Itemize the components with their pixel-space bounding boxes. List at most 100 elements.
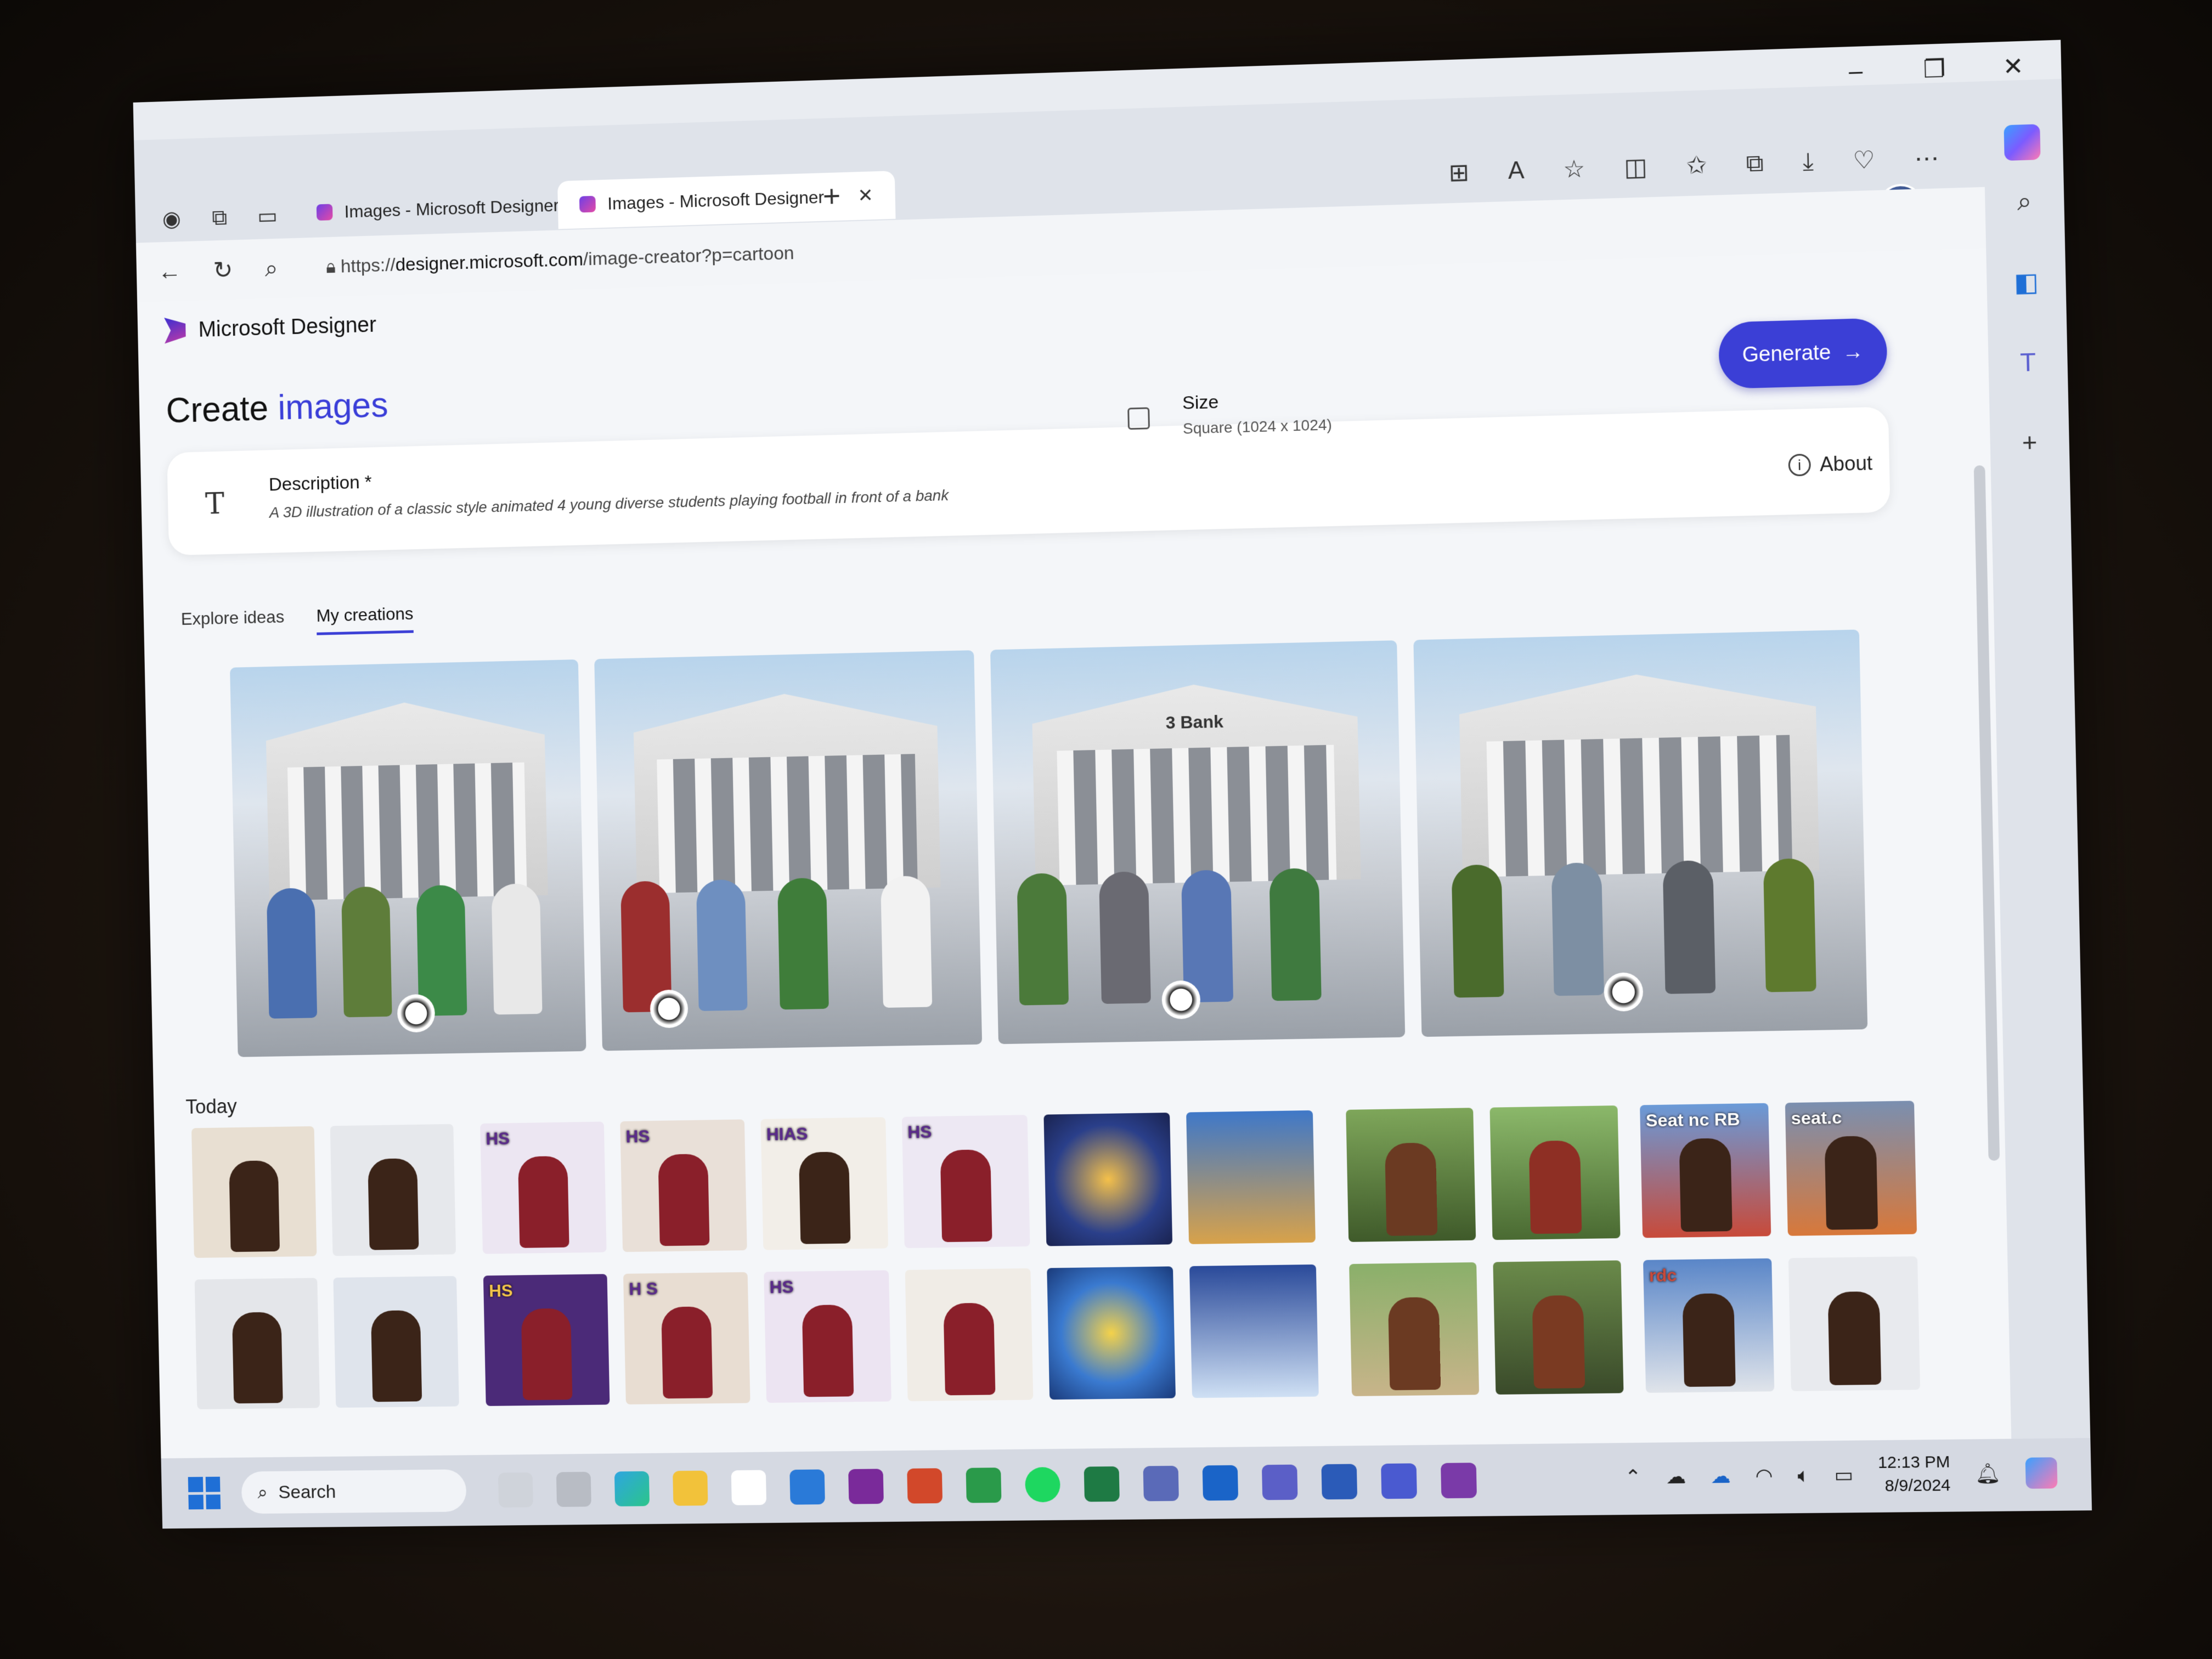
thumbnail[interactable] (1047, 1266, 1176, 1400)
sheets-icon[interactable] (966, 1468, 1002, 1503)
size-label: Size (1182, 391, 1219, 414)
snipping-icon[interactable] (1143, 1465, 1179, 1502)
generated-image-1[interactable] (230, 659, 586, 1057)
thumbnail[interactable]: HS (483, 1274, 610, 1406)
file-explorer-icon[interactable] (673, 1470, 708, 1506)
widgets-icon[interactable] (556, 1471, 591, 1507)
thumbnail[interactable]: seat.c (1785, 1101, 1917, 1236)
thumbnail[interactable]: HS (480, 1121, 607, 1254)
thumbnail[interactable] (1349, 1262, 1480, 1396)
collections-icon[interactable]: ⧉ (1746, 149, 1764, 178)
copilot-taskbar-icon[interactable] (2025, 1457, 2058, 1489)
generated-image-4[interactable] (1413, 629, 1868, 1037)
thumbnail[interactable] (1043, 1113, 1173, 1246)
soccer-ball (650, 989, 689, 1029)
size-checkbox[interactable] (1127, 407, 1150, 430)
character-figure (368, 1158, 419, 1250)
profile-icon[interactable]: ◉ (156, 204, 187, 235)
thumbnail[interactable]: HIAS (760, 1117, 889, 1250)
chevron-up-icon[interactable]: ⌃ (1624, 1465, 1642, 1489)
thumbnail[interactable] (333, 1276, 459, 1408)
thumbnail[interactable]: HS (901, 1115, 1030, 1249)
workspaces-icon[interactable]: ⧉ (204, 202, 234, 233)
refresh-icon[interactable]: ↻ (213, 256, 233, 284)
favorites-icon[interactable]: ✩ (1686, 151, 1707, 180)
edge-icon[interactable] (614, 1471, 650, 1506)
mail-icon[interactable] (789, 1469, 825, 1505)
apps-icon[interactable]: ⊞ (1448, 159, 1469, 187)
size-value[interactable]: Square (1024 x 1024) (1183, 416, 1332, 437)
character-figure (940, 1149, 992, 1243)
excel-icon[interactable] (1084, 1466, 1120, 1502)
generated-image-2[interactable] (594, 650, 983, 1051)
soccer-ball (1161, 980, 1201, 1020)
teams-icon[interactable] (1261, 1464, 1298, 1500)
thumbnail[interactable] (194, 1278, 320, 1409)
thumbnail[interactable]: rdc (1643, 1258, 1775, 1393)
thumbnail[interactable]: Seat nc RB (1640, 1103, 1771, 1238)
split-screen-icon[interactable]: ◫ (1624, 153, 1647, 182)
creation-tabs: Explore ideas My creations (180, 603, 414, 638)
taskbar-search[interactable]: ⌕ Search (241, 1469, 467, 1514)
copilot-icon[interactable] (2004, 124, 2041, 161)
volume-icon[interactable]: 🔈︎ (1797, 1463, 1810, 1487)
add-sidebar-app-icon[interactable]: + (2022, 427, 2038, 458)
thumbnail[interactable]: H S (623, 1272, 751, 1405)
today-section-label: Today (185, 1094, 238, 1118)
spotify-icon[interactable] (1024, 1466, 1061, 1503)
sidebar-search-icon[interactable]: ⌕ (2017, 185, 2032, 217)
notifications-icon[interactable]: 🔔︎ (1975, 1462, 2001, 1485)
wifi-icon[interactable]: ◠ (1755, 1464, 1773, 1488)
teams-icon[interactable]: T (2020, 347, 2036, 377)
downloads-icon[interactable]: ⤓ (1802, 148, 1814, 176)
thumbnail[interactable] (1493, 1260, 1624, 1395)
thumbnail[interactable] (1186, 1110, 1316, 1244)
clock[interactable]: 12:13 PM 8/9/2024 (1877, 1451, 1951, 1498)
new-tab-button[interactable]: + (822, 178, 841, 214)
outlook-icon[interactable] (1202, 1465, 1239, 1501)
tab-images-designer-2[interactable]: Images - Microsoft Designer ✕ (557, 171, 896, 229)
bear-figure (1387, 1297, 1441, 1391)
generated-image-3[interactable]: 3 Bank (990, 640, 1406, 1045)
task-view-icon[interactable] (498, 1472, 533, 1508)
back-icon[interactable]: ← (157, 258, 182, 286)
thumbnail[interactable]: HS (620, 1119, 747, 1252)
description-label: Description * (268, 471, 373, 495)
outlook-icon[interactable]: ◧ (2014, 267, 2039, 297)
thumbnail[interactable] (330, 1124, 456, 1256)
onenote-icon[interactable] (848, 1469, 884, 1504)
thumbnail[interactable] (1346, 1108, 1476, 1242)
generate-button[interactable]: Generate → (1718, 318, 1888, 390)
favorite-star-icon[interactable]: ☆ (1563, 155, 1585, 184)
search-icon[interactable]: ⌕ (264, 255, 278, 283)
windows-start-icon[interactable] (188, 1476, 221, 1510)
minimize-button[interactable]: – (1842, 57, 1870, 86)
thumbnail[interactable] (905, 1268, 1034, 1402)
store-icon[interactable] (731, 1470, 767, 1505)
url-field[interactable]: 🔒︎ https://designer.microsoft.com/image-… (326, 242, 794, 278)
kahoot-icon[interactable] (1441, 1463, 1477, 1499)
thumbnail[interactable] (1788, 1256, 1921, 1391)
more-icon[interactable]: ⋯ (1914, 144, 1939, 173)
bank-columns (1057, 744, 1336, 885)
health-icon[interactable]: ♡ (1853, 146, 1875, 175)
about-link[interactable]: i About (1788, 452, 1873, 477)
battery-icon[interactable]: ▭ (1834, 1463, 1854, 1487)
visio-icon[interactable] (1381, 1463, 1417, 1499)
onedrive-business-icon[interactable]: ☁ (1711, 1464, 1731, 1488)
thumbnail[interactable] (1189, 1264, 1319, 1398)
tab-my-creations[interactable]: My creations (316, 603, 414, 635)
tab-explore-ideas[interactable]: Explore ideas (180, 607, 284, 639)
character-figure (232, 1312, 283, 1404)
tab-actions-icon[interactable]: ▭ (252, 201, 283, 232)
thumbnail[interactable] (1489, 1105, 1621, 1240)
powerpoint-icon[interactable] (907, 1468, 943, 1504)
thumbnail[interactable] (191, 1126, 317, 1258)
word-icon[interactable] (1321, 1464, 1358, 1500)
thumbnail[interactable]: HS (764, 1270, 891, 1403)
close-tab-icon[interactable]: ✕ (857, 184, 873, 207)
onedrive-icon[interactable]: ☁ (1666, 1465, 1686, 1488)
close-window-button[interactable]: ✕ (1999, 52, 2027, 81)
read-aloud-icon[interactable]: A (1508, 157, 1525, 185)
restore-button[interactable]: ❐ (1920, 55, 1949, 84)
